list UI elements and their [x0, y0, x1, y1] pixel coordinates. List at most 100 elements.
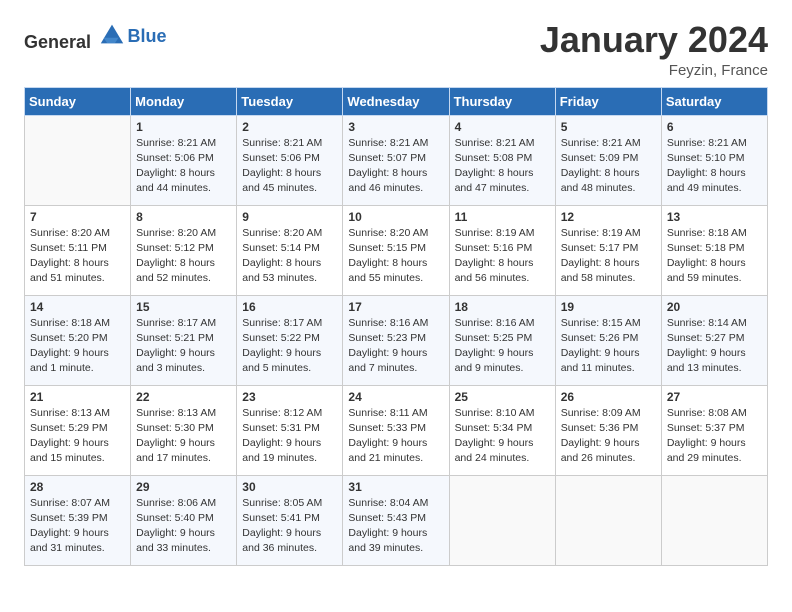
- calendar-cell: 2 Sunrise: 8:21 AM Sunset: 5:06 PM Daylig…: [237, 115, 343, 205]
- day-number: 24: [348, 390, 443, 404]
- weekday-header-thursday: Thursday: [449, 87, 555, 115]
- weekday-header-friday: Friday: [555, 87, 661, 115]
- day-number: 16: [242, 300, 337, 314]
- calendar-cell: [449, 475, 555, 565]
- calendar-cell: [555, 475, 661, 565]
- day-info: Sunrise: 8:13 AM Sunset: 5:29 PM Dayligh…: [30, 406, 125, 467]
- day-number: 11: [455, 210, 550, 224]
- day-info: Sunrise: 8:21 AM Sunset: 5:07 PM Dayligh…: [348, 136, 443, 197]
- calendar-cell: 29 Sunrise: 8:06 AM Sunset: 5:40 PM Dayli…: [131, 475, 237, 565]
- day-number: 28: [30, 480, 125, 494]
- weekday-header-row: SundayMondayTuesdayWednesdayThursdayFrid…: [25, 87, 768, 115]
- calendar-cell: 3 Sunrise: 8:21 AM Sunset: 5:07 PM Daylig…: [343, 115, 449, 205]
- day-number: 6: [667, 120, 762, 134]
- calendar-cell: 16 Sunrise: 8:17 AM Sunset: 5:22 PM Dayli…: [237, 295, 343, 385]
- day-info: Sunrise: 8:10 AM Sunset: 5:34 PM Dayligh…: [455, 406, 550, 467]
- day-number: 29: [136, 480, 231, 494]
- day-number: 2: [242, 120, 337, 134]
- day-info: Sunrise: 8:18 AM Sunset: 5:20 PM Dayligh…: [30, 316, 125, 377]
- day-number: 30: [242, 480, 337, 494]
- day-number: 25: [455, 390, 550, 404]
- day-number: 23: [242, 390, 337, 404]
- day-info: Sunrise: 8:16 AM Sunset: 5:23 PM Dayligh…: [348, 316, 443, 377]
- calendar-cell: 10 Sunrise: 8:20 AM Sunset: 5:15 PM Dayli…: [343, 205, 449, 295]
- week-row-1: 1 Sunrise: 8:21 AM Sunset: 5:06 PM Daylig…: [25, 115, 768, 205]
- calendar-cell: 20Sunrise: 8:14 AM Sunset: 5:27 PM Dayli…: [661, 295, 767, 385]
- calendar-cell: 7Sunrise: 8:20 AM Sunset: 5:11 PM Daylig…: [25, 205, 131, 295]
- calendar-cell: 26 Sunrise: 8:09 AM Sunset: 5:36 PM Dayli…: [555, 385, 661, 475]
- day-info: Sunrise: 8:21 AM Sunset: 5:06 PM Dayligh…: [136, 136, 231, 197]
- day-number: 3: [348, 120, 443, 134]
- day-info: Sunrise: 8:18 AM Sunset: 5:18 PM Dayligh…: [667, 226, 762, 287]
- calendar-cell: [25, 115, 131, 205]
- weekday-header-tuesday: Tuesday: [237, 87, 343, 115]
- calendar-cell: 31 Sunrise: 8:04 AM Sunset: 5:43 PM Dayli…: [343, 475, 449, 565]
- logo: General Blue: [24, 20, 167, 53]
- day-info: Sunrise: 8:09 AM Sunset: 5:36 PM Dayligh…: [561, 406, 656, 467]
- day-info: Sunrise: 8:20 AM Sunset: 5:14 PM Dayligh…: [242, 226, 337, 287]
- day-number: 9: [242, 210, 337, 224]
- day-info: Sunrise: 8:19 AM Sunset: 5:17 PM Dayligh…: [561, 226, 656, 287]
- calendar-cell: 19 Sunrise: 8:15 AM Sunset: 5:26 PM Dayli…: [555, 295, 661, 385]
- calendar-cell: 17 Sunrise: 8:16 AM Sunset: 5:23 PM Dayli…: [343, 295, 449, 385]
- calendar-cell: 12Sunrise: 8:19 AM Sunset: 5:17 PM Dayli…: [555, 205, 661, 295]
- day-number: 1: [136, 120, 231, 134]
- calendar-cell: 8 Sunrise: 8:20 AM Sunset: 5:12 PM Daylig…: [131, 205, 237, 295]
- day-info: Sunrise: 8:20 AM Sunset: 5:12 PM Dayligh…: [136, 226, 231, 287]
- week-row-2: 7Sunrise: 8:20 AM Sunset: 5:11 PM Daylig…: [25, 205, 768, 295]
- day-info: Sunrise: 8:12 AM Sunset: 5:31 PM Dayligh…: [242, 406, 337, 467]
- calendar-cell: [661, 475, 767, 565]
- calendar-cell: 9 Sunrise: 8:20 AM Sunset: 5:14 PM Daylig…: [237, 205, 343, 295]
- week-row-4: 21 Sunrise: 8:13 AM Sunset: 5:29 PM Dayli…: [25, 385, 768, 475]
- day-info: Sunrise: 8:08 AM Sunset: 5:37 PM Dayligh…: [667, 406, 762, 467]
- day-info: Sunrise: 8:16 AM Sunset: 5:25 PM Dayligh…: [455, 316, 550, 377]
- day-info: Sunrise: 8:21 AM Sunset: 5:08 PM Dayligh…: [455, 136, 550, 197]
- day-info: Sunrise: 8:20 AM Sunset: 5:11 PM Dayligh…: [30, 226, 125, 287]
- day-info: Sunrise: 8:21 AM Sunset: 5:10 PM Dayligh…: [667, 136, 762, 197]
- day-info: Sunrise: 8:13 AM Sunset: 5:30 PM Dayligh…: [136, 406, 231, 467]
- day-number: 21: [30, 390, 125, 404]
- day-info: Sunrise: 8:05 AM Sunset: 5:41 PM Dayligh…: [242, 496, 337, 557]
- week-row-5: 28 Sunrise: 8:07 AM Sunset: 5:39 PM Dayli…: [25, 475, 768, 565]
- calendar-cell: 4Sunrise: 8:21 AM Sunset: 5:08 PM Daylig…: [449, 115, 555, 205]
- day-info: Sunrise: 8:21 AM Sunset: 5:09 PM Dayligh…: [561, 136, 656, 197]
- weekday-header-monday: Monday: [131, 87, 237, 115]
- day-number: 19: [561, 300, 656, 314]
- day-number: 31: [348, 480, 443, 494]
- logo-general: General: [24, 32, 91, 52]
- day-number: 10: [348, 210, 443, 224]
- day-number: 17: [348, 300, 443, 314]
- day-info: Sunrise: 8:20 AM Sunset: 5:15 PM Dayligh…: [348, 226, 443, 287]
- day-info: Sunrise: 8:06 AM Sunset: 5:40 PM Dayligh…: [136, 496, 231, 557]
- calendar-cell: 11Sunrise: 8:19 AM Sunset: 5:16 PM Dayli…: [449, 205, 555, 295]
- day-number: 5: [561, 120, 656, 134]
- day-number: 18: [455, 300, 550, 314]
- weekday-header-saturday: Saturday: [661, 87, 767, 115]
- day-info: Sunrise: 8:07 AM Sunset: 5:39 PM Dayligh…: [30, 496, 125, 557]
- day-info: Sunrise: 8:21 AM Sunset: 5:06 PM Dayligh…: [242, 136, 337, 197]
- calendar-cell: 30 Sunrise: 8:05 AM Sunset: 5:41 PM Dayli…: [237, 475, 343, 565]
- day-info: Sunrise: 8:17 AM Sunset: 5:22 PM Dayligh…: [242, 316, 337, 377]
- day-number: 26: [561, 390, 656, 404]
- calendar-cell: 28 Sunrise: 8:07 AM Sunset: 5:39 PM Dayli…: [25, 475, 131, 565]
- day-number: 27: [667, 390, 762, 404]
- day-info: Sunrise: 8:04 AM Sunset: 5:43 PM Dayligh…: [348, 496, 443, 557]
- calendar-cell: 27 Sunrise: 8:08 AM Sunset: 5:37 PM Dayli…: [661, 385, 767, 475]
- weekday-header-wednesday: Wednesday: [343, 87, 449, 115]
- day-number: 22: [136, 390, 231, 404]
- logo-blue: Blue: [128, 26, 167, 47]
- title-area: January 2024 Feyzin, France: [540, 20, 768, 79]
- day-number: 8: [136, 210, 231, 224]
- day-number: 15: [136, 300, 231, 314]
- day-number: 14: [30, 300, 125, 314]
- calendar-cell: 6 Sunrise: 8:21 AM Sunset: 5:10 PM Daylig…: [661, 115, 767, 205]
- calendar-table: SundayMondayTuesdayWednesdayThursdayFrid…: [24, 87, 768, 566]
- calendar-cell: 13Sunrise: 8:18 AM Sunset: 5:18 PM Dayli…: [661, 205, 767, 295]
- calendar-body: 1 Sunrise: 8:21 AM Sunset: 5:06 PM Daylig…: [25, 115, 768, 565]
- day-info: Sunrise: 8:11 AM Sunset: 5:33 PM Dayligh…: [348, 406, 443, 467]
- day-info: Sunrise: 8:15 AM Sunset: 5:26 PM Dayligh…: [561, 316, 656, 377]
- day-info: Sunrise: 8:14 AM Sunset: 5:27 PM Dayligh…: [667, 316, 762, 377]
- calendar-cell: 5 Sunrise: 8:21 AM Sunset: 5:09 PM Daylig…: [555, 115, 661, 205]
- calendar-cell: 18 Sunrise: 8:16 AM Sunset: 5:25 PM Dayli…: [449, 295, 555, 385]
- calendar-cell: 21 Sunrise: 8:13 AM Sunset: 5:29 PM Dayli…: [25, 385, 131, 475]
